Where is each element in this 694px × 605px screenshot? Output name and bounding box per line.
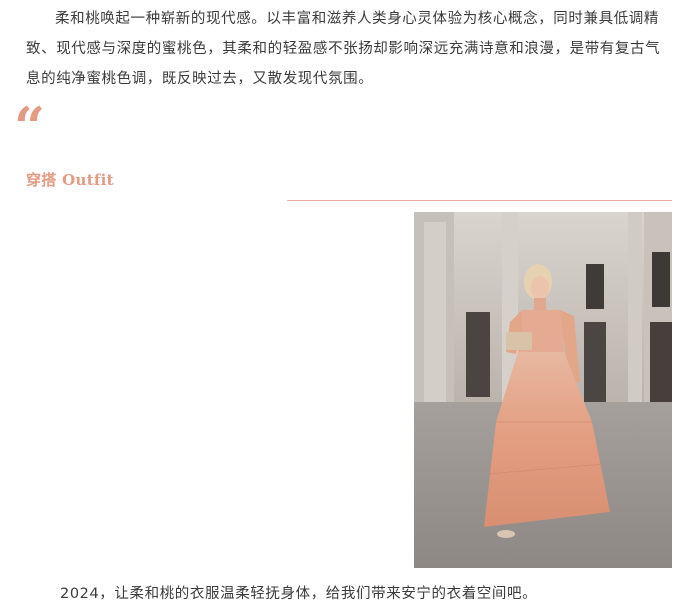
outfit-photo-illustration — [414, 212, 672, 568]
intro-paragraph: 柔和桃唤起一种崭新的现代感。以丰富和滋养人类身心灵体验为核心概念，同时兼具低调精… — [26, 11, 661, 87]
closing-caption: 2024，让柔和桃的衣服温柔轻抚身体，给我们带来安宁的衣着空间吧。 — [60, 586, 538, 602]
section-divider — [287, 200, 672, 201]
quote-mark-icon: “ — [14, 95, 46, 159]
section-title: 穿搭 Outfit — [26, 171, 114, 189]
outfit-photo — [414, 212, 672, 568]
